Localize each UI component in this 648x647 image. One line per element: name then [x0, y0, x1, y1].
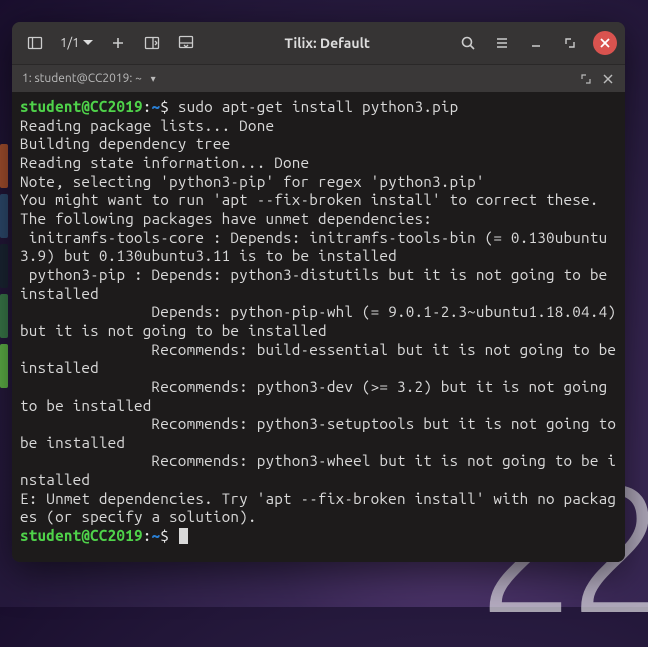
chevron-down-icon: ▾: [151, 73, 156, 84]
dock-app-5[interactable]: [0, 344, 8, 388]
output-line: Recommends: python3-dev (>= 3.2) but it …: [20, 378, 616, 414]
sidebar-toggle-button[interactable]: [20, 28, 50, 58]
tab-maximize-button[interactable]: [579, 72, 593, 86]
output-line: E: Unmet dependencies. Try 'apt --fix-br…: [20, 490, 616, 526]
prompt-path: ~: [152, 98, 161, 115]
add-terminal-button[interactable]: [103, 28, 133, 58]
tab-close-button[interactable]: [601, 72, 615, 86]
session-counter-label: 1/1: [60, 36, 79, 50]
terminal-tabbar: 1: student@CC2019: ~ ▾: [12, 64, 625, 92]
prompt-path: ~: [152, 527, 161, 544]
terminal-output[interactable]: student@CC2019:~$ sudo apt-get install p…: [12, 92, 625, 562]
prompt-sigil: $: [160, 98, 169, 115]
session-counter[interactable]: 1/1: [54, 36, 99, 50]
menu-button[interactable]: [487, 28, 517, 58]
command-text: sudo apt-get install python3.pip: [178, 98, 459, 115]
terminal-tab-label[interactable]: 1: student@CC2019: ~ ▾: [22, 72, 571, 85]
prompt-user-host: student@CC2019: [20, 527, 143, 544]
tilix-window: 1/1 Tilix: Default 1: studen: [12, 22, 625, 562]
output-line: Note, selecting 'python3-pip' for regex …: [20, 173, 485, 190]
close-window-button[interactable]: [593, 31, 617, 55]
output-line: The following packages have unmet depend…: [20, 210, 432, 227]
output-line: initramfs-tools-core : Depends: initramf…: [20, 229, 607, 265]
dock-app-4[interactable]: [0, 294, 8, 338]
output-line: Depends: python-pip-whl (= 9.0.1-2.3~ubu…: [20, 303, 625, 339]
terminal-tab-text: 1: student@CC2019: ~: [22, 72, 142, 85]
output-line: Building dependency tree: [20, 135, 230, 152]
output-line: Recommends: build-essential but it is no…: [20, 341, 625, 377]
output-line: python3-pip : Depends: python3-distutils…: [20, 266, 616, 302]
dock-app-3[interactable]: [0, 244, 8, 288]
prompt-sep: :: [143, 527, 152, 544]
output-line: Recommends: python3-setuptools but it is…: [20, 415, 625, 451]
split-right-button[interactable]: [137, 28, 167, 58]
titlebar: 1/1 Tilix: Default: [12, 22, 625, 64]
desktop-dock: [0, 140, 10, 400]
prompt-user-host: student@CC2019: [20, 98, 143, 115]
terminal-cursor: [179, 528, 188, 544]
prompt-sep: :: [143, 98, 152, 115]
chevron-down-icon: [83, 40, 93, 46]
output-line: Reading state information... Done: [20, 154, 309, 171]
minimize-button[interactable]: [521, 28, 551, 58]
dock-app-2[interactable]: [0, 194, 8, 238]
split-down-button[interactable]: [171, 28, 201, 58]
prompt-sigil: $: [160, 527, 169, 544]
maximize-button[interactable]: [555, 28, 585, 58]
output-line: You might want to run 'apt --fix-broken …: [20, 191, 599, 208]
dock-app-1[interactable]: [0, 144, 8, 188]
search-button[interactable]: [453, 28, 483, 58]
output-line: Recommends: python3-wheel but it is not …: [20, 452, 616, 488]
output-line: Reading package lists... Done: [20, 117, 274, 134]
window-title: Tilix: Default: [205, 35, 449, 51]
